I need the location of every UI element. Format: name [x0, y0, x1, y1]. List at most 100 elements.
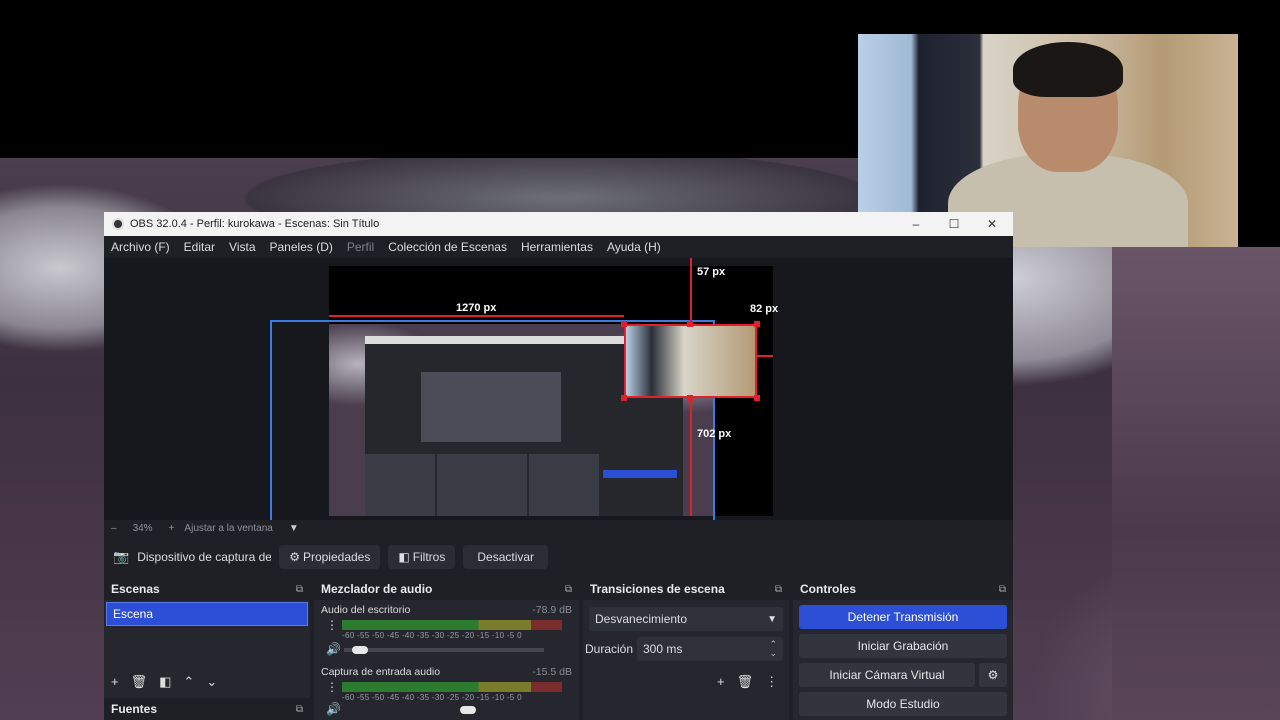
menu-vista[interactable]: Vista	[222, 240, 262, 254]
kebab-menu-icon[interactable]: ⋮	[326, 680, 338, 694]
controls-dock: Controles ⧉ Detener Transmisión Iniciar …	[793, 578, 1013, 720]
stop-stream-label: Detener Transmisión	[847, 610, 959, 624]
sources-title: Fuentes	[111, 702, 158, 716]
deactivate-label: Desactivar	[477, 550, 535, 564]
stop-stream-button[interactable]: Detener Transmisión	[799, 605, 1007, 629]
start-record-button[interactable]: Iniciar Grabación	[799, 634, 1007, 658]
mixer-channel-2: Captura de entrada audio -15.5 dB	[314, 666, 579, 678]
resize-handle[interactable]	[754, 321, 760, 327]
duration-spinbox[interactable]: 300 ms ⌃ ⌄	[637, 637, 783, 661]
volume-meter	[342, 620, 562, 630]
controls-title: Controles	[800, 582, 857, 596]
chevron-down-icon[interactable]: ⌄	[206, 674, 217, 690]
mixer-channel-1: Audio del escritorio -78.9 dB	[314, 604, 579, 616]
resize-handle[interactable]	[687, 395, 693, 401]
transitions-dock-header: Transiciones de escena ⧉	[583, 578, 789, 600]
mixer-channel-1-meter: ⋮ -60 -55 -50 -45 -40 -35 -30 -25 -20 -1…	[314, 616, 579, 660]
mixer-channel-2-meter: ⋮ -60 -55 -50 -45 -40 -35 -30 -25 -20 -1…	[314, 678, 579, 718]
selected-source-name: Dispositivo de captura de v	[137, 550, 272, 564]
transitions-title: Transiciones de escena	[590, 582, 725, 596]
trash-icon[interactable]: 🗑	[737, 674, 754, 690]
duration-value: 300 ms	[643, 642, 683, 656]
filters-label: Filtros	[412, 550, 446, 564]
properties-label: Propiedades	[302, 550, 371, 564]
spin-arrows-icon[interactable]: ⌃ ⌄	[769, 640, 777, 658]
resize-handle[interactable]	[687, 321, 693, 327]
gear-icon: ⚙	[289, 550, 300, 564]
meter-ticks: -60 -55 -50 -45 -40 -35 -30 -25 -20 -15 …	[342, 631, 522, 640]
deactivate-button[interactable]: Desactivar	[463, 545, 549, 569]
kebab-menu-icon[interactable]: ⋮	[765, 674, 778, 690]
menu-editar[interactable]: Editar	[177, 240, 222, 254]
menu-coleccion-escenas[interactable]: Colección de Escenas	[381, 240, 514, 254]
selected-webcam-source[interactable]	[624, 324, 757, 398]
float-dock-icon[interactable]: ⧉	[565, 584, 572, 595]
volume-slider-knob[interactable]	[352, 646, 368, 654]
scene-item-label: Escena	[113, 607, 154, 621]
float-dock-icon[interactable]: ⧉	[775, 584, 782, 595]
chevron-down-icon[interactable]: ▼	[289, 523, 299, 534]
bounds-left-line	[270, 320, 272, 520]
resize-handle[interactable]	[621, 321, 627, 327]
volume-slider-knob[interactable]	[460, 706, 476, 714]
add-icon[interactable]: +	[111, 674, 119, 690]
chevron-up-icon[interactable]: ⌃	[183, 674, 194, 690]
zoom-out-button[interactable]: –	[111, 523, 117, 534]
measure-left-label: 1270 px	[456, 302, 497, 314]
start-record-label: Iniciar Grabación	[857, 639, 949, 653]
filters-button[interactable]: ◧ Filtros	[388, 545, 456, 569]
measure-right-label: 82 px	[750, 303, 779, 315]
scenes-dock: Escenas ⧉ Escena + 🗑 ◧ ⌃ ⌄ Fuentes ⧉	[104, 578, 310, 720]
gear-icon: ⚙	[987, 668, 999, 682]
distance-line-top	[690, 258, 692, 324]
volume-slider[interactable]	[344, 648, 544, 652]
zoom-in-button[interactable]: +	[169, 523, 175, 534]
obs-logo-icon	[112, 218, 124, 230]
desktop-wallpaper-right	[1112, 247, 1280, 720]
distance-line-bottom	[690, 398, 692, 516]
preview-area[interactable]: 57 px 82 px 1270 px 702 px	[104, 258, 1013, 520]
float-dock-icon[interactable]: ⧉	[999, 584, 1006, 595]
resize-handle[interactable]	[621, 395, 627, 401]
trash-icon[interactable]: 🗑	[131, 674, 148, 690]
float-dock-icon[interactable]: ⧉	[296, 584, 303, 595]
obs-window: OBS 32.0.4 - Perfil: kurokawa - Escenas:…	[104, 212, 1013, 720]
title-bar: OBS 32.0.4 - Perfil: kurokawa - Escenas:…	[104, 212, 1013, 236]
mixer-title: Mezclador de audio	[321, 582, 433, 596]
chevron-down-icon: ▼	[767, 613, 777, 625]
maximize-icon[interactable]: ☐	[935, 212, 973, 236]
vcam-settings-button[interactable]: ⚙	[979, 663, 1007, 687]
scenes-toolbar: + 🗑 ◧ ⌃ ⌄	[111, 674, 217, 690]
zoom-bar: – 34% + Ajustar a la ventana ▼	[104, 520, 1013, 536]
distance-line-right	[757, 355, 773, 357]
speaker-icon[interactable]: 🔊	[326, 702, 341, 716]
studio-mode-label: Modo Estudio	[866, 697, 940, 711]
scene-list-item[interactable]: Escena	[106, 602, 308, 626]
minimize-icon[interactable]: –	[897, 212, 935, 236]
menu-perfil[interactable]: Perfil	[340, 240, 381, 254]
add-icon[interactable]: +	[717, 674, 725, 690]
studio-mode-button[interactable]: Modo Estudio	[799, 692, 1007, 716]
source-toolbar: 📷 Dispositivo de captura de v ⚙ Propieda…	[104, 542, 1013, 572]
properties-button[interactable]: ⚙ Propiedades	[279, 545, 381, 569]
filter-icon[interactable]: ◧	[159, 674, 171, 690]
start-vcam-button[interactable]: Iniciar Cámara Virtual	[799, 663, 975, 687]
menu-ayuda[interactable]: Ayuda (H)	[600, 240, 668, 254]
menu-archivo[interactable]: Archivo (F)	[104, 240, 177, 254]
resize-handle[interactable]	[754, 395, 760, 401]
zoom-fit-select[interactable]: Ajustar a la ventana	[184, 523, 272, 534]
menu-paneles[interactable]: Paneles (D)	[263, 240, 340, 254]
bounds-top-line	[270, 320, 715, 322]
speaker-icon[interactable]: 🔊	[326, 642, 341, 656]
menu-bar: Archivo (F) Editar Vista Paneles (D) Per…	[104, 236, 1013, 258]
filter-icon: ◧	[398, 550, 410, 564]
close-icon[interactable]: ✕	[973, 212, 1011, 236]
measure-top-label: 57 px	[697, 266, 726, 278]
float-dock-icon[interactable]: ⧉	[296, 704, 303, 715]
menu-herramientas[interactable]: Herramientas	[514, 240, 600, 254]
webcam-person-hair	[1013, 42, 1123, 97]
kebab-menu-icon[interactable]: ⋮	[326, 618, 338, 632]
transition-select[interactable]: Desvanecimiento ▼	[589, 607, 783, 631]
audio-mixer-dock: Mezclador de audio ⧉ Audio del escritori…	[314, 578, 579, 720]
vcam-row: Iniciar Cámara Virtual ⚙	[799, 663, 1007, 687]
